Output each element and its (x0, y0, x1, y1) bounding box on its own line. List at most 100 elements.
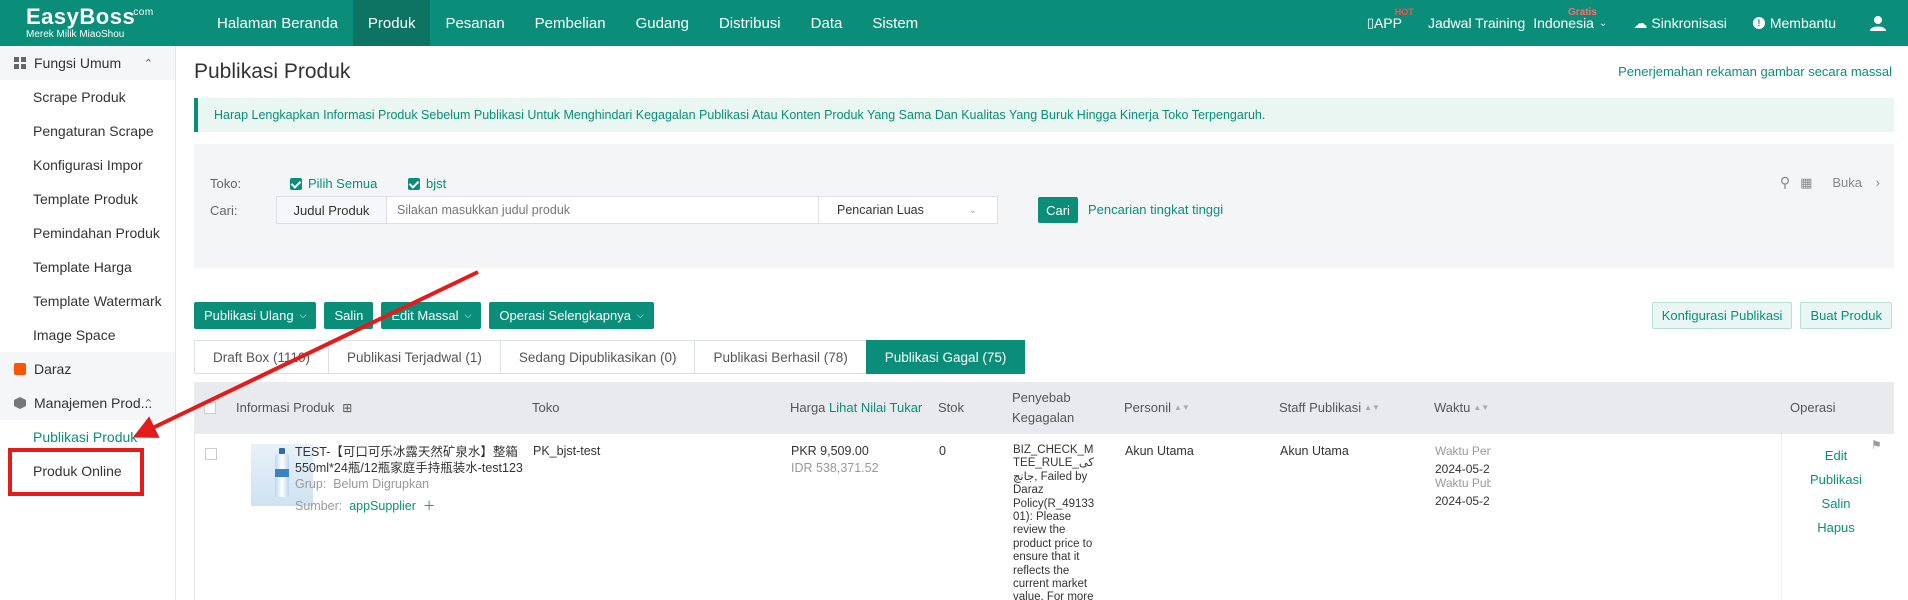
sidebar-item-product-template[interactable]: Template Produk (0, 182, 175, 216)
exchange-rate-link[interactable]: Lihat Nilai Tukar (829, 398, 922, 418)
store-checkbox-label: bjst (426, 176, 447, 192)
sort-icon: ▲▼ (1473, 403, 1490, 412)
row-price-pkr: PKR 9,509.00 (791, 444, 869, 458)
sidebar-item-image-space[interactable]: Image Space (0, 318, 175, 352)
publish-config-button[interactable]: Konfigurasi Publikasi (1651, 302, 1793, 329)
search-input[interactable] (387, 197, 818, 223)
column-label: Informasi Produk (236, 400, 335, 415)
user-icon (1870, 16, 1886, 31)
tab-publishing[interactable]: Sedang Dipublikasikan (0) (499, 340, 696, 374)
sidebar-item-import-config[interactable]: Konfigurasi Impor (0, 148, 175, 182)
sidebar-item-price-template[interactable]: Template Harga (0, 250, 175, 284)
select-all-checkbox[interactable]: Pilih Semua (290, 175, 377, 191)
logo[interactable]: EasyBoss .com Merek Milik MiaoShou (0, 0, 178, 46)
edit-pencil-icon[interactable]: ✎ (505, 446, 515, 461)
advanced-search-link[interactable]: Pencarian tingkat tinggi (1088, 202, 1223, 217)
sidebar-group-daraz[interactable]: Daraz (0, 352, 175, 386)
search-mode-select[interactable]: Pencarian Luas ⌄ (818, 197, 997, 223)
sidebar-group-label: Manajemen Prod... (34, 395, 153, 411)
table-header: Informasi Produk ⊞ Toko Harga Lihat Nilai… (194, 382, 1894, 434)
page-title: Publikasi Produk (194, 60, 351, 83)
help-link[interactable]: ! Membantu (1752, 15, 1836, 31)
nav-item-home[interactable]: Halaman Beranda (202, 0, 353, 46)
action-toolbar: Publikasi Ulang ⌵ Salin Edit Massal ⌵ Oper… (194, 302, 662, 329)
search-button[interactable]: Cari (1038, 197, 1078, 223)
row-store: PK_bjst-test (533, 444, 601, 458)
chevron-down-icon: ⌵ (464, 310, 472, 320)
edit-link[interactable]: Edit (1791, 448, 1881, 463)
logo-suffix: .com (130, 6, 154, 18)
copy-link[interactable]: Salin (1791, 496, 1881, 511)
row-checkbox[interactable] (205, 448, 217, 463)
republish-button[interactable]: Publikasi Ulang ⌵ (194, 302, 317, 329)
chevron-up-icon: ⌃ (143, 397, 153, 410)
more-operations-button[interactable]: Operasi Selengkapnya ⌵ (489, 302, 654, 329)
bulk-image-translate-link[interactable]: Penerjemahan rekaman gambar secara massa… (1618, 64, 1892, 79)
create-product-button[interactable]: Buat Produk (1800, 302, 1892, 329)
notice-banner: Harap Lengkapkan Informasi Produk Sebelu… (194, 98, 1894, 132)
training-label: Jadwal Training (1427, 15, 1526, 31)
sidebar-item-scrape-settings[interactable]: Pengaturan Scrape (0, 114, 175, 148)
flag-icon[interactable]: ⚑ (1871, 438, 1882, 452)
sidebar-group-common[interactable]: Fungsi Umum ⌃ (0, 46, 175, 80)
nav-item-distribusi[interactable]: Distribusi (704, 0, 796, 46)
sort-icon: ▲▼ (1173, 403, 1190, 412)
source-value[interactable]: appSupplier (349, 499, 416, 513)
product-title: TEST-【可口可乐冰露天然矿泉水】整箱 550ml*24瓶/12瓶家庭手持瓶装… (295, 444, 523, 476)
expand-toggle[interactable]: Buka › (1822, 175, 1880, 190)
expand-icon[interactable]: ⊞ (342, 398, 352, 418)
layout-icon[interactable]: ▦ (1800, 175, 1812, 191)
nav-item-gudang[interactable]: Gudang (621, 0, 704, 46)
user-avatar[interactable] (1870, 15, 1886, 31)
sidebar-item-watermark-template[interactable]: Template Watermark (0, 284, 175, 318)
sidebar-item-scrape[interactable]: Scrape Produk (0, 80, 175, 114)
training-link[interactable]: Jadwal Training Gratis (1427, 7, 1597, 31)
app-label: APP (1373, 15, 1402, 31)
store-checkbox[interactable]: bjst (408, 175, 446, 191)
nav-item-data[interactable]: Data (796, 0, 858, 46)
sidebar-item-product-move[interactable]: Pemindahan Produk (0, 216, 175, 250)
delete-link[interactable]: Hapus (1791, 520, 1881, 535)
table-row: TEST-【可口可乐冰露天然矿泉水】整箱 550ml*24瓶/12瓶家庭手持瓶装… (194, 434, 1894, 600)
column-time[interactable]: Waktu ▲▼ (1434, 382, 1489, 434)
copy-button[interactable]: Salin (324, 302, 374, 329)
more-operations-label: Operasi Selengkapnya (499, 308, 631, 323)
search-field-select[interactable]: Judul Produk (277, 197, 387, 223)
search-mode-label: Pencarian Luas (837, 203, 924, 217)
tab-failed[interactable]: Publikasi Gagal (75) (865, 340, 1026, 374)
chevron-up-icon: ⌃ (143, 57, 153, 70)
column-personnel[interactable]: Personil ▲▼ (1124, 382, 1190, 434)
column-label: Waktu (1434, 400, 1471, 415)
plus-icon[interactable]: ＋ (423, 499, 436, 513)
bulk-edit-button[interactable]: Edit Massal ⌵ (381, 302, 482, 329)
column-divider (1781, 434, 1782, 600)
publish-link[interactable]: Publikasi (1791, 472, 1881, 487)
sidebar-group-label: Fungsi Umum (34, 55, 122, 71)
row-operations: Edit Publikasi Salin Hapus (1791, 448, 1881, 544)
nav-item-pembelian[interactable]: Pembelian (520, 0, 621, 46)
tab-draft-box[interactable]: Draft Box (1110) (194, 340, 330, 374)
tab-scheduled[interactable]: Publikasi Terjadwal (1) (328, 340, 501, 374)
nav-item-produk[interactable]: Produk (352, 0, 431, 46)
search-label: Cari: (210, 203, 238, 218)
filter-panel: Toko: Pilih Semua bjst Cari: Judul Produ… (194, 144, 1894, 268)
nav-item-pesanan[interactable]: Pesanan (430, 0, 519, 46)
column-product-info: Informasi Produk ⊞ (236, 382, 352, 434)
app-link[interactable]: ▯ APP HOT (1367, 7, 1414, 31)
sidebar-group-product-management[interactable]: Manajemen Prod... ⌃ (0, 386, 175, 420)
tab-published[interactable]: Publikasi Berhasil (78) (694, 340, 867, 374)
select-all-rows-checkbox[interactable] (204, 382, 216, 434)
sync-link[interactable]: ☁ Sinkronisasi (1633, 15, 1726, 32)
sort-icon: ▲▼ (1364, 403, 1380, 412)
group-value: Belum Digrupkan (333, 477, 430, 491)
search-icon[interactable]: ⚲ (1780, 174, 1790, 191)
search-box: Judul Produk Pencarian Luas ⌄ (276, 196, 998, 224)
nav-item-sistem[interactable]: Sistem (857, 0, 933, 46)
group-label: Grup: (295, 477, 327, 491)
product-source: Sumber: appSupplier ＋ (295, 495, 435, 514)
column-price: Harga Lihat Nilai Tukar (790, 382, 922, 434)
language-select[interactable]: Indonesia ⌄ (1533, 15, 1607, 31)
annotation-highlight-box (8, 448, 144, 496)
column-staff[interactable]: Staff Publikasi ▲▼ (1279, 382, 1380, 434)
main-content: Publikasi Produk Penerjemahan rekaman ga… (176, 46, 1908, 600)
